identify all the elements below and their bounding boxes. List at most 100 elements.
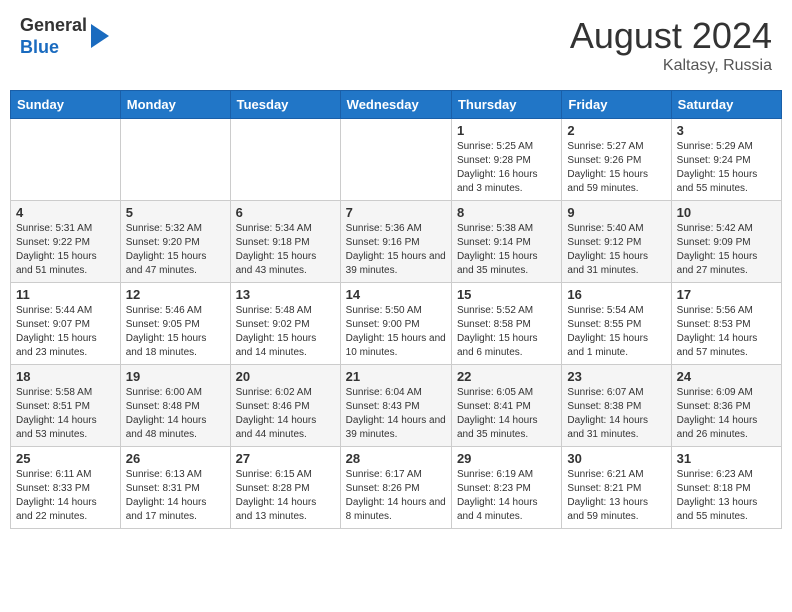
calendar-cell-day-5: 5Sunrise: 5:32 AMSunset: 9:20 PMDaylight…	[120, 201, 230, 283]
calendar-cell-day-2: 2 Sunrise: 5:27 AMSunset: 9:26 PMDaylight…	[562, 119, 671, 201]
day-info: Sunrise: 5:25 AMSunset: 9:28 PMDaylight:…	[457, 140, 556, 196]
day-info: Sunrise: 5:54 AMSunset: 8:55 PMDaylight:…	[567, 304, 665, 360]
calendar-cell-day-9: 9Sunrise: 5:40 AMSunset: 9:12 PMDaylight…	[562, 201, 671, 283]
day-number: 19	[126, 369, 225, 384]
day-number: 15	[457, 287, 556, 302]
calendar-cell-day-13: 13 Sunrise: 5:48 AMSunset: 9:02 PMDayligh…	[230, 283, 340, 365]
day-info: Sunrise: 6:19 AMSunset: 8:23 PMDaylight:…	[457, 468, 556, 524]
day-number: 4	[16, 205, 115, 220]
day-number: 22	[457, 369, 556, 384]
day-number: 17	[677, 287, 776, 302]
calendar-cell-day-20: 20 Sunrise: 6:02 AMSunset: 8:46 PMDayligh…	[230, 365, 340, 447]
calendar-cell-empty	[120, 119, 230, 201]
calendar-week-3: 11Sunrise: 5:44 AMSunset: 9:07 PMDayligh…	[11, 283, 782, 365]
calendar-cell-day-18: 18 Sunrise: 5:58 AMSunset: 8:51 PMDayligh…	[11, 365, 121, 447]
logo-arrow-icon	[91, 24, 109, 48]
day-number: 21	[346, 369, 446, 384]
calendar-cell-day-25: 25 Sunrise: 6:11 AMSunset: 8:33 PMDayligh…	[11, 447, 121, 529]
day-number: 3	[677, 123, 776, 138]
day-number: 25	[16, 451, 115, 466]
calendar-cell-day-24: 24Sunrise: 6:09 AMSunset: 8:36 PMDayligh…	[671, 365, 781, 447]
day-info: Sunrise: 5:38 AMSunset: 9:14 PMDaylight:…	[457, 222, 556, 278]
day-info: Sunrise: 5:31 AMSunset: 9:22 PMDaylight:…	[16, 222, 115, 278]
day-info: Sunrise: 6:07 AMSunset: 8:38 PMDaylight:…	[567, 386, 665, 442]
logo: GeneralBlue	[20, 15, 109, 58]
calendar-week-1: 1 Sunrise: 5:25 AMSunset: 9:28 PMDaylight…	[11, 119, 782, 201]
day-info: Sunrise: 6:05 AMSunset: 8:41 PMDaylight:…	[457, 386, 556, 442]
day-info: Sunrise: 6:00 AMSunset: 8:48 PMDaylight:…	[126, 386, 225, 442]
calendar-week-5: 25 Sunrise: 6:11 AMSunset: 8:33 PMDayligh…	[11, 447, 782, 529]
day-info: Sunrise: 6:23 AMSunset: 8:18 PMDaylight:…	[677, 468, 776, 524]
day-number: 7	[346, 205, 446, 220]
page-header: GeneralBlue August 2024 Kaltasy, Russia	[10, 10, 782, 80]
calendar-cell-day-15: 15 Sunrise: 5:52 AMSunset: 8:58 PMDayligh…	[451, 283, 561, 365]
day-number: 29	[457, 451, 556, 466]
location: Kaltasy, Russia	[570, 57, 772, 75]
calendar-cell-day-7: 7 Sunrise: 5:36 AMSunset: 9:16 PMDaylight…	[340, 201, 451, 283]
day-number: 2	[567, 123, 665, 138]
calendar-cell-day-14: 14 Sunrise: 5:50 AMSunset: 9:00 PMDayligh…	[340, 283, 451, 365]
day-info: Sunrise: 6:17 AMSunset: 8:26 PMDaylight:…	[346, 468, 446, 524]
day-number: 18	[16, 369, 115, 384]
calendar-table: SundayMondayTuesdayWednesdayThursdayFrid…	[10, 90, 782, 529]
day-number: 10	[677, 205, 776, 220]
day-number: 16	[567, 287, 665, 302]
calendar-cell-day-26: 26Sunrise: 6:13 AMSunset: 8:31 PMDayligh…	[120, 447, 230, 529]
calendar-cell-day-23: 23Sunrise: 6:07 AMSunset: 8:38 PMDayligh…	[562, 365, 671, 447]
calendar-cell-day-30: 30Sunrise: 6:21 AMSunset: 8:21 PMDayligh…	[562, 447, 671, 529]
calendar-week-4: 18 Sunrise: 5:58 AMSunset: 8:51 PMDayligh…	[11, 365, 782, 447]
col-header-wednesday: Wednesday	[340, 91, 451, 119]
day-info: Sunrise: 5:50 AMSunset: 9:00 PMDaylight:…	[346, 304, 446, 360]
calendar-cell-day-19: 19 Sunrise: 6:00 AMSunset: 8:48 PMDayligh…	[120, 365, 230, 447]
calendar-cell-day-8: 8Sunrise: 5:38 AMSunset: 9:14 PMDaylight…	[451, 201, 561, 283]
day-number: 28	[346, 451, 446, 466]
day-info: Sunrise: 6:09 AMSunset: 8:36 PMDaylight:…	[677, 386, 776, 442]
col-header-monday: Monday	[120, 91, 230, 119]
calendar-cell-day-1: 1 Sunrise: 5:25 AMSunset: 9:28 PMDaylight…	[451, 119, 561, 201]
day-number: 27	[236, 451, 335, 466]
calendar-cell-day-16: 16 Sunrise: 5:54 AMSunset: 8:55 PMDayligh…	[562, 283, 671, 365]
day-info: Sunrise: 6:11 AMSunset: 8:33 PMDaylight:…	[16, 468, 115, 524]
day-info: Sunrise: 6:04 AMSunset: 8:43 PMDaylight:…	[346, 386, 446, 442]
day-info: Sunrise: 5:44 AMSunset: 9:07 PMDaylight:…	[16, 304, 115, 360]
day-info: Sunrise: 6:21 AMSunset: 8:21 PMDaylight:…	[567, 468, 665, 524]
calendar-cell-day-10: 10 Sunrise: 5:42 AMSunset: 9:09 PMDayligh…	[671, 201, 781, 283]
calendar-cell-day-28: 28 Sunrise: 6:17 AMSunset: 8:26 PMDayligh…	[340, 447, 451, 529]
day-info: Sunrise: 5:29 AMSunset: 9:24 PMDaylight:…	[677, 140, 776, 196]
day-info: Sunrise: 5:27 AMSunset: 9:26 PMDaylight:…	[567, 140, 665, 196]
calendar-cell-empty	[230, 119, 340, 201]
calendar-cell-day-29: 29 Sunrise: 6:19 AMSunset: 8:23 PMDayligh…	[451, 447, 561, 529]
day-info: Sunrise: 5:34 AMSunset: 9:18 PMDaylight:…	[236, 222, 335, 278]
day-info: Sunrise: 5:32 AMSunset: 9:20 PMDaylight:…	[126, 222, 225, 278]
day-info: Sunrise: 5:46 AMSunset: 9:05 PMDaylight:…	[126, 304, 225, 360]
day-info: Sunrise: 5:56 AMSunset: 8:53 PMDaylight:…	[677, 304, 776, 360]
month-year: August 2024	[570, 15, 772, 57]
logo-text: GeneralBlue	[20, 15, 87, 58]
col-header-sunday: Sunday	[11, 91, 121, 119]
calendar-cell-day-21: 21 Sunrise: 6:04 AMSunset: 8:43 PMDayligh…	[340, 365, 451, 447]
day-info: Sunrise: 6:02 AMSunset: 8:46 PMDaylight:…	[236, 386, 335, 442]
calendar-cell-day-27: 27Sunrise: 6:15 AMSunset: 8:28 PMDayligh…	[230, 447, 340, 529]
calendar-cell-day-17: 17 Sunrise: 5:56 AMSunset: 8:53 PMDayligh…	[671, 283, 781, 365]
day-info: Sunrise: 5:52 AMSunset: 8:58 PMDaylight:…	[457, 304, 556, 360]
col-header-friday: Friday	[562, 91, 671, 119]
day-info: Sunrise: 5:40 AMSunset: 9:12 PMDaylight:…	[567, 222, 665, 278]
day-number: 13	[236, 287, 335, 302]
calendar-cell-day-12: 12 Sunrise: 5:46 AMSunset: 9:05 PMDayligh…	[120, 283, 230, 365]
day-number: 14	[346, 287, 446, 302]
day-number: 20	[236, 369, 335, 384]
calendar-cell-day-6: 6Sunrise: 5:34 AMSunset: 9:18 PMDaylight…	[230, 201, 340, 283]
calendar-cell-day-4: 4 Sunrise: 5:31 AMSunset: 9:22 PMDaylight…	[11, 201, 121, 283]
calendar-cell-day-11: 11Sunrise: 5:44 AMSunset: 9:07 PMDayligh…	[11, 283, 121, 365]
col-header-thursday: Thursday	[451, 91, 561, 119]
col-header-saturday: Saturday	[671, 91, 781, 119]
calendar-cell-day-3: 3 Sunrise: 5:29 AMSunset: 9:24 PMDaylight…	[671, 119, 781, 201]
day-number: 1	[457, 123, 556, 138]
day-number: 31	[677, 451, 776, 466]
day-number: 12	[126, 287, 225, 302]
day-info: Sunrise: 5:42 AMSunset: 9:09 PMDaylight:…	[677, 222, 776, 278]
day-info: Sunrise: 5:58 AMSunset: 8:51 PMDaylight:…	[16, 386, 115, 442]
day-info: Sunrise: 5:48 AMSunset: 9:02 PMDaylight:…	[236, 304, 335, 360]
day-info: Sunrise: 6:13 AMSunset: 8:31 PMDaylight:…	[126, 468, 225, 524]
day-info: Sunrise: 5:36 AMSunset: 9:16 PMDaylight:…	[346, 222, 446, 278]
